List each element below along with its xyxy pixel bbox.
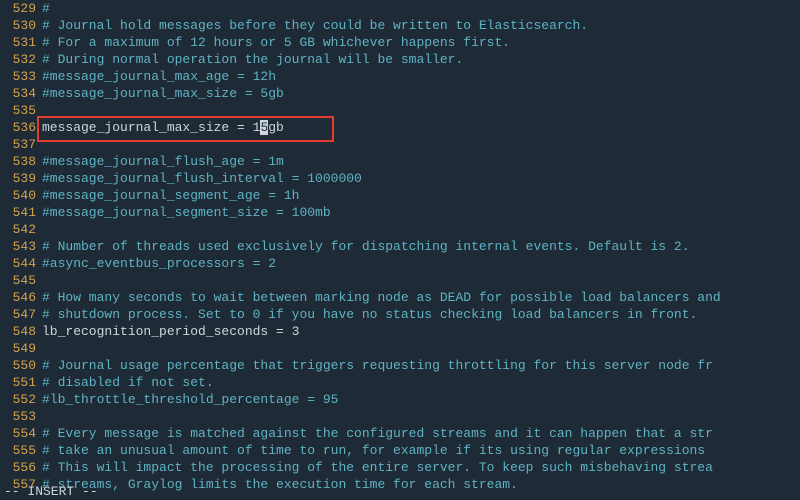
line-number: 550 (0, 357, 36, 374)
line-number: 540 (0, 187, 36, 204)
code-content[interactable]: #message_journal_flush_age = 1m (36, 153, 800, 170)
code-content[interactable]: # This will impact the processing of the… (36, 459, 800, 476)
code-content[interactable]: #message_journal_max_size = 5gb (36, 85, 800, 102)
line-number: 543 (0, 238, 36, 255)
code-line[interactable]: 553 (0, 408, 800, 425)
code-content[interactable]: # How many seconds to wait between marki… (36, 289, 800, 306)
code-line[interactable]: 534#message_journal_max_size = 5gb (0, 85, 800, 102)
code-line[interactable]: 533#message_journal_max_age = 12h (0, 68, 800, 85)
line-number: 539 (0, 170, 36, 187)
code-line[interactable]: 538#message_journal_flush_age = 1m (0, 153, 800, 170)
code-line[interactable]: 531# For a maximum of 12 hours or 5 GB w… (0, 34, 800, 51)
line-number: 546 (0, 289, 36, 306)
code-content[interactable]: #message_journal_segment_age = 1h (36, 187, 800, 204)
terminal-editor[interactable]: 529#530# Journal hold messages before th… (0, 0, 800, 493)
line-number: 533 (0, 68, 36, 85)
line-number: 551 (0, 374, 36, 391)
line-number: 531 (0, 34, 36, 51)
code-line[interactable]: 545 (0, 272, 800, 289)
line-number: 532 (0, 51, 36, 68)
line-number: 556 (0, 459, 36, 476)
code-content[interactable]: # Journal hold messages before they coul… (36, 17, 800, 34)
code-line[interactable]: 555# take an unusual amount of time to r… (0, 442, 800, 459)
code-line[interactable]: 556# This will impact the processing of … (0, 459, 800, 476)
code-line[interactable]: 554# Every message is matched against th… (0, 425, 800, 442)
line-number: 549 (0, 340, 36, 357)
code-line[interactable]: 541#message_journal_segment_size = 100mb (0, 204, 800, 221)
code-line[interactable]: 529# (0, 0, 800, 17)
code-content[interactable]: # Number of threads used exclusively for… (36, 238, 800, 255)
code-content[interactable]: lb_recognition_period_seconds = 3 (36, 323, 800, 340)
code-line[interactable]: 535 (0, 102, 800, 119)
vim-status-bar: -- INSERT -- (0, 483, 800, 500)
code-content[interactable]: # (36, 0, 800, 17)
code-content[interactable]: #message_journal_max_age = 12h (36, 68, 800, 85)
line-number: 536 (0, 119, 36, 136)
code-content[interactable]: # During normal operation the journal wi… (36, 51, 800, 68)
line-number: 548 (0, 323, 36, 340)
code-content[interactable]: #message_journal_segment_size = 100mb (36, 204, 800, 221)
code-line[interactable]: 546# How many seconds to wait between ma… (0, 289, 800, 306)
line-number: 534 (0, 85, 36, 102)
code-content[interactable]: message_journal_max_size = 15gb (36, 119, 800, 136)
line-number: 538 (0, 153, 36, 170)
code-content[interactable]: # For a maximum of 12 hours or 5 GB whic… (36, 34, 800, 51)
code-line[interactable]: 544#async_eventbus_processors = 2 (0, 255, 800, 272)
line-number: 555 (0, 442, 36, 459)
code-content[interactable]: # Journal usage percentage that triggers… (36, 357, 800, 374)
line-number: 547 (0, 306, 36, 323)
line-number: 553 (0, 408, 36, 425)
code-line[interactable]: 540#message_journal_segment_age = 1h (0, 187, 800, 204)
code-line[interactable]: 539#message_journal_flush_interval = 100… (0, 170, 800, 187)
code-line[interactable]: 543# Number of threads used exclusively … (0, 238, 800, 255)
code-line[interactable]: 530# Journal hold messages before they c… (0, 17, 800, 34)
code-line[interactable]: 547# shutdown process. Set to 0 if you h… (0, 306, 800, 323)
code-line[interactable]: 550# Journal usage percentage that trigg… (0, 357, 800, 374)
code-content[interactable]: #message_journal_flush_interval = 100000… (36, 170, 800, 187)
code-content[interactable]: # shutdown process. Set to 0 if you have… (36, 306, 800, 323)
line-number: 544 (0, 255, 36, 272)
code-line[interactable]: 537 (0, 136, 800, 153)
text-before-cursor: message_journal_max_size = 1 (42, 120, 260, 135)
line-number: 529 (0, 0, 36, 17)
code-line[interactable]: 549 (0, 340, 800, 357)
code-content[interactable]: #lb_throttle_threshold_percentage = 95 (36, 391, 800, 408)
line-number: 535 (0, 102, 36, 119)
code-line[interactable]: 542 (0, 221, 800, 238)
code-content[interactable]: # take an unusual amount of time to run,… (36, 442, 800, 459)
line-number: 537 (0, 136, 36, 153)
code-line[interactable]: 536message_journal_max_size = 15gb (0, 119, 800, 136)
line-number: 530 (0, 17, 36, 34)
code-line[interactable]: 532# During normal operation the journal… (0, 51, 800, 68)
line-number: 552 (0, 391, 36, 408)
code-line[interactable]: 548lb_recognition_period_seconds = 3 (0, 323, 800, 340)
line-number: 545 (0, 272, 36, 289)
line-number: 554 (0, 425, 36, 442)
code-line[interactable]: 552#lb_throttle_threshold_percentage = 9… (0, 391, 800, 408)
line-number: 542 (0, 221, 36, 238)
line-number: 541 (0, 204, 36, 221)
vim-mode-indicator: -- INSERT -- (4, 484, 98, 499)
code-line[interactable]: 551# disabled if not set. (0, 374, 800, 391)
code-content[interactable]: # Every message is matched against the c… (36, 425, 800, 442)
text-after-cursor: gb (268, 120, 284, 135)
code-content[interactable]: # disabled if not set. (36, 374, 800, 391)
code-content[interactable]: #async_eventbus_processors = 2 (36, 255, 800, 272)
